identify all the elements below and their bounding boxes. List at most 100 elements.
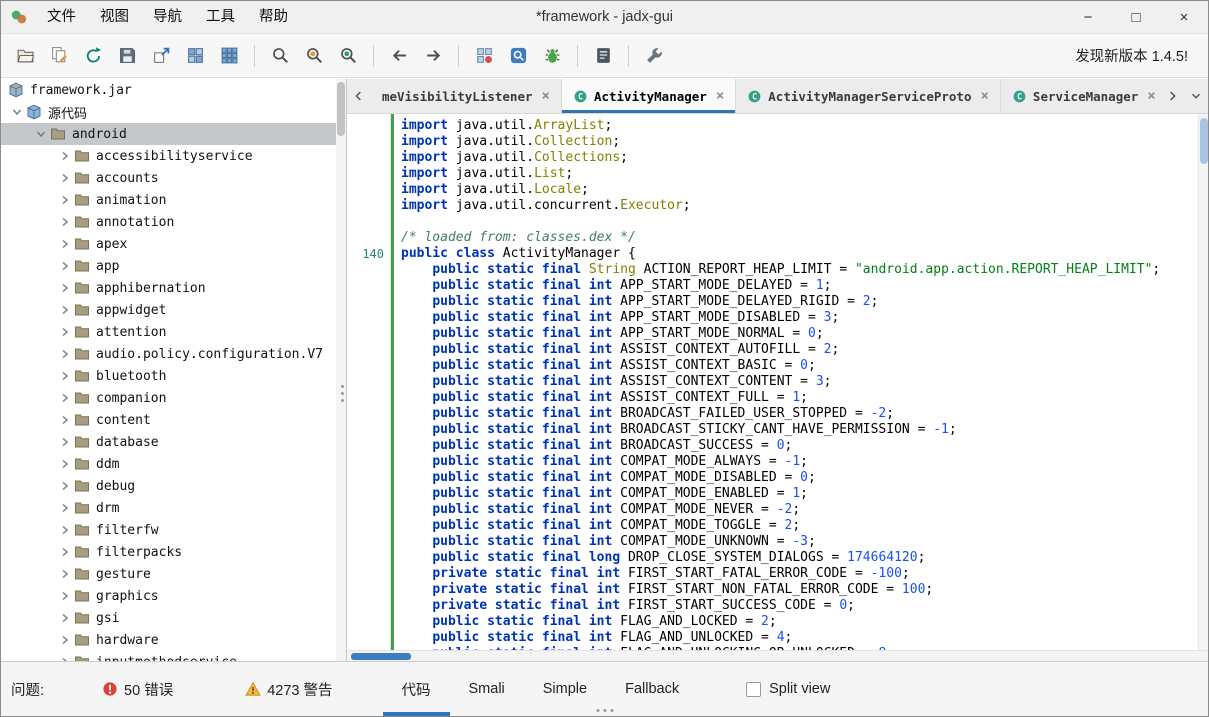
close-icon[interactable]: × xyxy=(716,88,724,104)
code-line[interactable]: public static final int BROADCAST_SUCCES… xyxy=(401,438,1208,454)
tree-item-appwidget[interactable]: appwidget xyxy=(1,299,346,321)
tree-item-accounts[interactable]: accounts xyxy=(1,167,346,189)
settings-button[interactable] xyxy=(640,42,668,70)
code-line[interactable]: public static final int COMPAT_MODE_TOGG… xyxy=(401,518,1208,534)
search-class-button[interactable] xyxy=(300,42,328,70)
code-line[interactable]: public static final int COMPAT_MODE_UNKN… xyxy=(401,534,1208,550)
code-line[interactable]: public static final long DROP_CLOSE_SYST… xyxy=(401,550,1208,566)
expand-arrow-icon[interactable] xyxy=(57,434,73,450)
close-icon[interactable]: × xyxy=(980,88,988,104)
tree-item-source-code[interactable]: 源代码 xyxy=(1,101,346,123)
expand-arrow-icon[interactable] xyxy=(57,632,73,648)
tab-activitymanager[interactable]: CActivityManager× xyxy=(562,79,736,113)
code-line[interactable]: public static final int APP_START_MODE_D… xyxy=(401,310,1208,326)
collapse-arrow-icon[interactable] xyxy=(9,104,25,120)
expand-arrow-icon[interactable] xyxy=(57,610,73,626)
expand-arrow-icon[interactable] xyxy=(57,390,73,406)
collapse-arrow-icon[interactable] xyxy=(33,126,49,142)
export-button[interactable] xyxy=(147,42,175,70)
expand-arrow-icon[interactable] xyxy=(57,192,73,208)
menu-view[interactable]: 视图 xyxy=(88,1,141,33)
code-line[interactable]: import java.util.Locale; xyxy=(401,182,1208,198)
add-files-button[interactable] xyxy=(45,42,73,70)
expand-arrow-icon[interactable] xyxy=(57,412,73,428)
tree-item-attention[interactable]: attention xyxy=(1,321,346,343)
tree-item-framework-jar[interactable]: framework.jar xyxy=(1,79,346,101)
expand-arrow-icon[interactable] xyxy=(57,566,73,582)
code-line[interactable]: import java.util.Collection; xyxy=(401,134,1208,150)
tree-item-gsi[interactable]: gsi xyxy=(1,607,346,629)
expand-arrow-icon[interactable] xyxy=(57,544,73,560)
expand-arrow-icon[interactable] xyxy=(57,280,73,296)
tab-servicemanager[interactable]: CServiceManager× xyxy=(1001,79,1160,113)
code-line[interactable]: public static final String ACTION_REPORT… xyxy=(401,262,1208,278)
update-notification[interactable]: 发现新版本 1.4.5! xyxy=(1075,45,1198,66)
tree-item-annotation[interactable]: annotation xyxy=(1,211,346,233)
tree-item-graphics[interactable]: graphics xyxy=(1,585,346,607)
editor-horizontal-scrollbar[interactable] xyxy=(347,650,1208,661)
expand-arrow-icon[interactable] xyxy=(57,258,73,274)
tree-item-apex[interactable]: apex xyxy=(1,233,346,255)
close-button[interactable]: × xyxy=(1160,1,1208,33)
expand-arrow-icon[interactable] xyxy=(57,500,73,516)
expand-arrow-icon[interactable] xyxy=(57,170,73,186)
maximize-button[interactable]: □ xyxy=(1112,1,1160,33)
code-line[interactable]: import java.util.Collections; xyxy=(401,150,1208,166)
code-line[interactable]: public class ActivityManager { xyxy=(401,246,1208,262)
close-icon[interactable]: × xyxy=(1147,88,1155,104)
tree-item-animation[interactable]: animation xyxy=(1,189,346,211)
save-all-button[interactable] xyxy=(113,42,141,70)
code-line[interactable]: public static final int COMPAT_MODE_ALWA… xyxy=(401,454,1208,470)
debugger-button[interactable] xyxy=(538,42,566,70)
panel-splitter-handle[interactable] xyxy=(341,385,344,402)
export-gradle-button[interactable] xyxy=(181,42,209,70)
code-line[interactable]: private static final int FIRST_START_NON… xyxy=(401,582,1208,598)
code-line[interactable]: public static final int COMPAT_MODE_NEVE… xyxy=(401,502,1208,518)
editor-hscroll-thumb[interactable] xyxy=(351,653,411,660)
tree-item-gesture[interactable]: gesture xyxy=(1,563,346,585)
code-line[interactable]: public static final int BROADCAST_FAILED… xyxy=(401,406,1208,422)
menu-file[interactable]: 文件 xyxy=(35,1,88,33)
tree-item-companion[interactable]: companion xyxy=(1,387,346,409)
expand-arrow-icon[interactable] xyxy=(57,302,73,318)
code-line[interactable]: public static final int FLAG_AND_LOCKED … xyxy=(401,614,1208,630)
tree-item-hardware[interactable]: hardware xyxy=(1,629,346,651)
tree-item-accessibilityservice[interactable]: accessibilityservice xyxy=(1,145,346,167)
expand-arrow-icon[interactable] xyxy=(57,588,73,604)
tree-item-apphibernation[interactable]: apphibernation xyxy=(1,277,346,299)
code-line[interactable]: public static final int APP_START_MODE_N… xyxy=(401,326,1208,342)
expand-arrow-icon[interactable] xyxy=(57,522,73,538)
code-editor[interactable]: 140 import java.util.ArrayList;import ja… xyxy=(347,114,1208,650)
close-icon[interactable]: × xyxy=(542,88,550,104)
code-line[interactable]: private static final int FIRST_START_SUC… xyxy=(401,598,1208,614)
open-file-button[interactable] xyxy=(11,42,39,70)
tree-item-content[interactable]: content xyxy=(1,409,346,431)
expand-arrow-icon[interactable] xyxy=(57,324,73,340)
code-line[interactable]: import java.util.ArrayList; xyxy=(401,118,1208,134)
errors-indicator[interactable]: 50 错误 xyxy=(102,679,173,700)
code-line[interactable]: public static final int ASSIST_CONTEXT_F… xyxy=(401,390,1208,406)
log-button[interactable] xyxy=(589,42,617,70)
split-view-toggle[interactable]: Split view xyxy=(746,681,830,697)
view-tab-code[interactable]: 代码 xyxy=(383,662,450,716)
code-line[interactable]: private static final int FIRST_START_FAT… xyxy=(401,566,1208,582)
expand-arrow-icon[interactable] xyxy=(57,456,73,472)
tree-item-filterfw[interactable]: filterfw xyxy=(1,519,346,541)
tree-item-app[interactable]: app xyxy=(1,255,346,277)
split-view-checkbox[interactable] xyxy=(746,682,761,697)
menu-tools[interactable]: 工具 xyxy=(194,1,247,33)
code-line[interactable]: /* loaded from: classes.dex */ xyxy=(401,230,1208,246)
code-line[interactable]: public static final int COMPAT_MODE_ENAB… xyxy=(401,486,1208,502)
warnings-indicator[interactable]: 4273 警告 xyxy=(245,679,332,700)
tree-scrollbar[interactable] xyxy=(336,79,346,661)
minimize-button[interactable]: − xyxy=(1064,1,1112,33)
code-line[interactable] xyxy=(401,214,1208,230)
code-line[interactable]: public static final int BROADCAST_STICKY… xyxy=(401,422,1208,438)
tree-item-filterpacks[interactable]: filterpacks xyxy=(1,541,346,563)
code-line[interactable]: import java.util.List; xyxy=(401,166,1208,182)
code-line[interactable]: import java.util.concurrent.Executor; xyxy=(401,198,1208,214)
editor-vertical-scrollbar[interactable] xyxy=(1198,114,1208,650)
tree-item-ddm[interactable]: ddm xyxy=(1,453,346,475)
expand-arrow-icon[interactable] xyxy=(57,236,73,252)
tree-scrollbar-thumb[interactable] xyxy=(337,82,345,136)
